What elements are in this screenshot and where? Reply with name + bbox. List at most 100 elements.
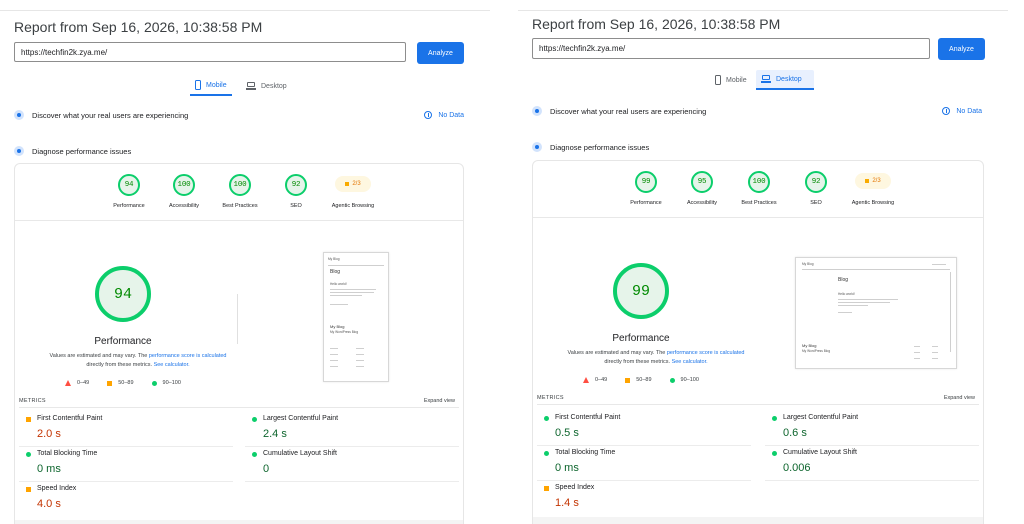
report-title: Report from Sep 16, 2026, 10:38:58 PM xyxy=(14,19,263,35)
diagnose-section: Diagnose performance issues xyxy=(532,140,982,154)
tab-mobile[interactable]: Mobile xyxy=(710,70,752,90)
runtime-settings-strip xyxy=(533,517,983,524)
phone-icon xyxy=(195,80,201,90)
analyze-button[interactable]: Analyze xyxy=(417,42,464,64)
square-icon xyxy=(107,380,113,386)
legend-good-label: 90–100 xyxy=(680,377,699,383)
metric-value: 0 ms xyxy=(37,463,61,475)
legend-good: 90–100 xyxy=(151,380,181,386)
thumb-line xyxy=(330,348,338,349)
legend-poor-label: 0–49 xyxy=(595,377,608,383)
thumb-site-name: My Blog xyxy=(328,257,340,261)
metric-value: 0.5 s xyxy=(555,427,579,439)
metrics-heading: METRICS xyxy=(537,395,564,401)
see-calculator-link[interactable]: See calculator. xyxy=(154,362,190,368)
crux-label: Discover what your real users are experi… xyxy=(550,106,707,116)
metric-name: Cumulative Layout Shift xyxy=(263,450,337,457)
thumb-blog-title: My Blog xyxy=(330,324,345,329)
thumb-line xyxy=(932,358,938,359)
diagnose-label: Diagnose performance issues xyxy=(550,142,650,152)
thumb-line xyxy=(802,269,950,270)
thumb-line xyxy=(356,360,364,361)
thumb-heading: Blog xyxy=(838,277,849,283)
gauge-circle: 92 xyxy=(805,171,827,193)
info-icon xyxy=(424,111,433,119)
metrics-divider xyxy=(537,404,979,405)
metric-name: Largest Contentful Paint xyxy=(783,414,859,421)
users-icon xyxy=(14,110,24,120)
analyze-button[interactable]: Analyze xyxy=(938,38,985,60)
square-icon xyxy=(26,487,31,492)
gauge-circle: 92 xyxy=(285,174,307,196)
thumb-line xyxy=(356,348,364,349)
tab-desktop[interactable]: Desktop xyxy=(241,76,292,96)
tab-desktop[interactable]: Desktop xyxy=(756,70,814,90)
agentic-score: 2/3 xyxy=(872,178,881,184)
tab-mobile[interactable]: Mobile xyxy=(190,76,232,96)
thumb-line xyxy=(932,264,946,265)
performance-title: Performance xyxy=(94,336,152,347)
metrics-divider xyxy=(19,407,459,408)
expand-view-link[interactable]: Expand view xyxy=(944,395,975,401)
see-calculator-link[interactable]: See calculator. xyxy=(672,359,708,365)
thumb-blog-title: My Blog xyxy=(802,343,817,348)
score-legend: 0–49 50–89 90–100 xyxy=(65,380,181,386)
summary-divider xyxy=(533,217,983,218)
metric-value: 0.6 s xyxy=(783,427,807,439)
note-text: Values are estimated and may vary. The xyxy=(49,353,149,359)
score-calculated-link[interactable]: performance score is calculated xyxy=(149,353,227,359)
performance-gauge-large: 94 xyxy=(95,266,151,322)
metric-fcp: First Contentful Paint 0.5 s xyxy=(537,411,737,445)
final-screenshot-thumbnail: My Blog Blog Hello world! My Blog My Wor… xyxy=(795,257,957,369)
metric-name: Speed Index xyxy=(555,484,595,491)
mobile-report-panel: Report from Sep 16, 2026, 10:38:58 PM An… xyxy=(0,0,490,524)
device-tabs: Mobile Desktop xyxy=(0,76,490,98)
page: Report from Sep 16, 2026, 10:38:58 PM An… xyxy=(0,0,1024,524)
thumb-line xyxy=(330,366,338,367)
circle-icon xyxy=(544,451,549,456)
metric-name: First Contentful Paint xyxy=(555,414,621,421)
legend-poor: 0–49 xyxy=(583,377,607,383)
no-data-link[interactable]: No Data xyxy=(424,108,464,122)
lighthouse-icon xyxy=(14,146,24,156)
metric-cls: Cumulative Layout Shift 0.006 xyxy=(765,446,965,480)
thumb-post-title: Hello world! xyxy=(838,292,855,296)
metrics-heading: METRICS xyxy=(19,398,46,404)
thumb-line xyxy=(932,346,938,347)
no-data-link[interactable]: No Data xyxy=(942,104,982,118)
thumb-line xyxy=(914,346,920,347)
metric-value: 0 xyxy=(263,463,270,475)
lighthouse-icon xyxy=(532,142,542,152)
score-calculated-link[interactable]: performance score is calculated xyxy=(667,350,745,356)
gauge-agentic-browsing[interactable]: 2/3 Agentic Browsing xyxy=(318,174,388,209)
note-text: Values are estimated and may vary. The xyxy=(567,350,667,356)
agentic-badge: 2/3 xyxy=(855,173,891,189)
legend-average: 50–89 xyxy=(107,380,134,386)
final-screenshot-thumbnail: My Blog Blog Hello world! My Blog My Wor… xyxy=(323,252,389,382)
thumb-line xyxy=(932,352,938,353)
triangle-icon xyxy=(65,380,71,386)
thumb-line xyxy=(838,302,890,303)
summary-divider xyxy=(15,220,463,221)
thumb-scrollbar xyxy=(950,272,951,352)
gauge-agentic-browsing[interactable]: 2/3 Agentic Browsing xyxy=(838,171,908,206)
square-icon xyxy=(625,377,631,383)
metric-name: Cumulative Layout Shift xyxy=(783,449,857,456)
gauge-circle: 99 xyxy=(635,171,657,193)
no-data-label: No Data xyxy=(956,107,982,115)
gauge-circle: 100 xyxy=(748,171,770,193)
square-icon xyxy=(865,179,870,183)
expand-view-link[interactable]: Expand view xyxy=(424,398,455,404)
circle-icon xyxy=(544,416,549,421)
metric-value: 0.006 xyxy=(783,462,811,474)
url-input[interactable] xyxy=(532,38,930,59)
device-tabs: Mobile Desktop xyxy=(518,70,1008,92)
thumb-line xyxy=(330,360,338,361)
runtime-settings-strip xyxy=(15,520,463,524)
metric-lcp: Largest Contentful Paint 2.4 s xyxy=(245,412,445,446)
metric-lcp: Largest Contentful Paint 0.6 s xyxy=(765,411,965,445)
url-input[interactable] xyxy=(14,42,406,62)
legend-good: 90–100 xyxy=(669,377,699,383)
crux-label: Discover what your real users are experi… xyxy=(32,110,189,120)
legend-poor-label: 0–49 xyxy=(77,380,90,386)
